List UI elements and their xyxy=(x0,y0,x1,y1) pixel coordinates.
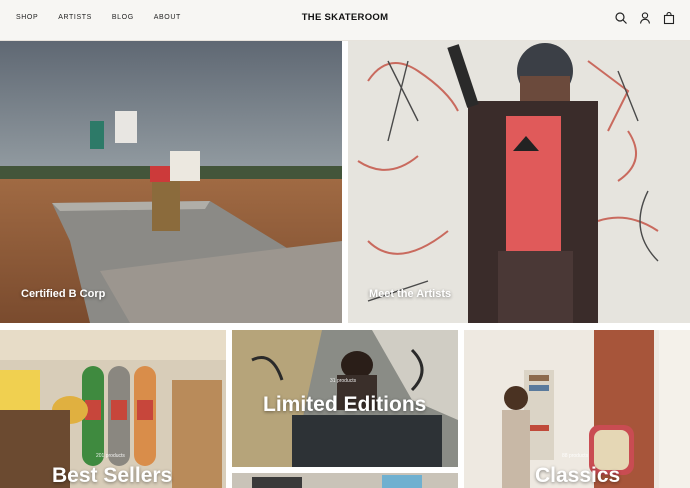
tile-partial-lower[interactable] xyxy=(232,473,458,488)
tile-classics[interactable]: 88 products Classics xyxy=(464,330,690,488)
tile-meet-the-artists[interactable]: Meet the Artists xyxy=(348,41,690,323)
artist-photo xyxy=(348,41,690,323)
site-header: SHOP ARTISTS BLOG ABOUT THE SKATEROOM xyxy=(0,0,690,41)
tile-label: Certified B Corp xyxy=(21,288,106,300)
tile-label: Meet the Artists xyxy=(369,288,452,300)
cart-icon[interactable] xyxy=(662,11,676,25)
tile-certified-b-corp[interactable]: Certified B Corp xyxy=(0,41,342,323)
tile-label: Limited Editions xyxy=(263,393,427,416)
partial-photo xyxy=(232,473,458,488)
tile-limited-editions[interactable]: 31 products Limited Editions xyxy=(232,330,458,467)
header-actions xyxy=(614,11,676,25)
product-count: 31 products xyxy=(330,378,357,384)
tile-label: Best Sellers xyxy=(52,464,173,487)
tile-label: Classics xyxy=(535,464,621,487)
account-icon[interactable] xyxy=(638,11,652,25)
product-count: 201 products xyxy=(96,453,125,459)
product-count: 88 products xyxy=(562,453,589,459)
tile-best-sellers[interactable]: 201 products Best Sellers xyxy=(0,330,226,488)
search-icon[interactable] xyxy=(614,11,628,25)
brand-logo[interactable]: THE SKATEROOM xyxy=(0,12,690,23)
skatepark-photo xyxy=(0,41,342,323)
